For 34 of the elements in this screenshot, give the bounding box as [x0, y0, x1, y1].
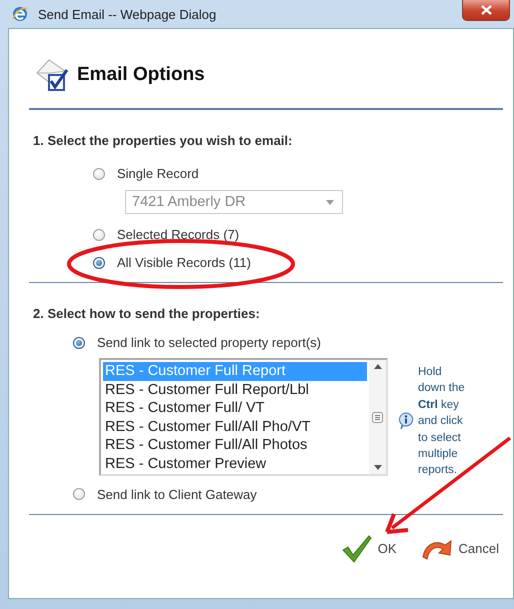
- dropdown-value: 7421 Amberly DR: [132, 194, 246, 210]
- radio-button[interactable]: [93, 228, 105, 240]
- hint-text: Hold down the Ctrl key and click to select multiple reports.: [418, 365, 466, 478]
- list-item[interactable]: RES - Customer Full/All Photos: [103, 436, 367, 455]
- browser-logo-icon: [12, 6, 28, 22]
- scroll-up-icon[interactable]: [374, 364, 382, 369]
- scrollbar[interactable]: [369, 360, 386, 474]
- email-checkbox-icon: [35, 56, 69, 92]
- radio-button[interactable]: [93, 256, 105, 268]
- close-icon[interactable]: [480, 5, 492, 15]
- window-title: Send Email -- Webpage Dialog: [38, 6, 216, 22]
- checkmark-icon[interactable]: [342, 534, 372, 563]
- cancel-button[interactable]: Cancel: [418, 532, 501, 565]
- report-listbox[interactable]: RES - Customer Full Report RES - Customer Full Report/Lbl RES - Customer Full/ VT RES - Customer Full/All Pho/VT RES - Customer Full/All Photos RES - Customer Preview: [99, 358, 388, 476]
- radio-label: Single Record: [117, 166, 199, 181]
- radio-label: Send link to selected property report(s): [97, 335, 321, 350]
- radio-label: Send link to Client Gateway: [97, 486, 257, 502]
- list-item[interactable]: RES - Customer Preview: [103, 454, 367, 474]
- radio-label: All Visible Records (11): [117, 255, 251, 270]
- section-heading: 2. Select how to send the properties:: [33, 306, 261, 321]
- radio-button[interactable]: [73, 488, 85, 500]
- info-icon: [398, 412, 414, 430]
- radio-button[interactable]: [73, 336, 85, 348]
- close-button[interactable]: [462, 0, 510, 21]
- scroll-thumb[interactable]: [372, 412, 383, 422]
- list-item[interactable]: RES - Customer Full/ VT: [103, 399, 367, 418]
- list-item[interactable]: RES - Customer Full Report/Lbl: [103, 380, 367, 400]
- list-item[interactable]: RES - Customer Full/All Pho/VT: [103, 418, 367, 436]
- section-heading: 1. Select the properties you wish to email:: [33, 133, 294, 148]
- radio-label: Selected Records (7): [117, 227, 240, 242]
- dialog-heading: Email Options: [77, 64, 205, 86]
- radio-button[interactable]: [93, 168, 105, 180]
- ok-button[interactable]: OK: [340, 532, 399, 565]
- scroll-down-icon[interactable]: [374, 465, 382, 470]
